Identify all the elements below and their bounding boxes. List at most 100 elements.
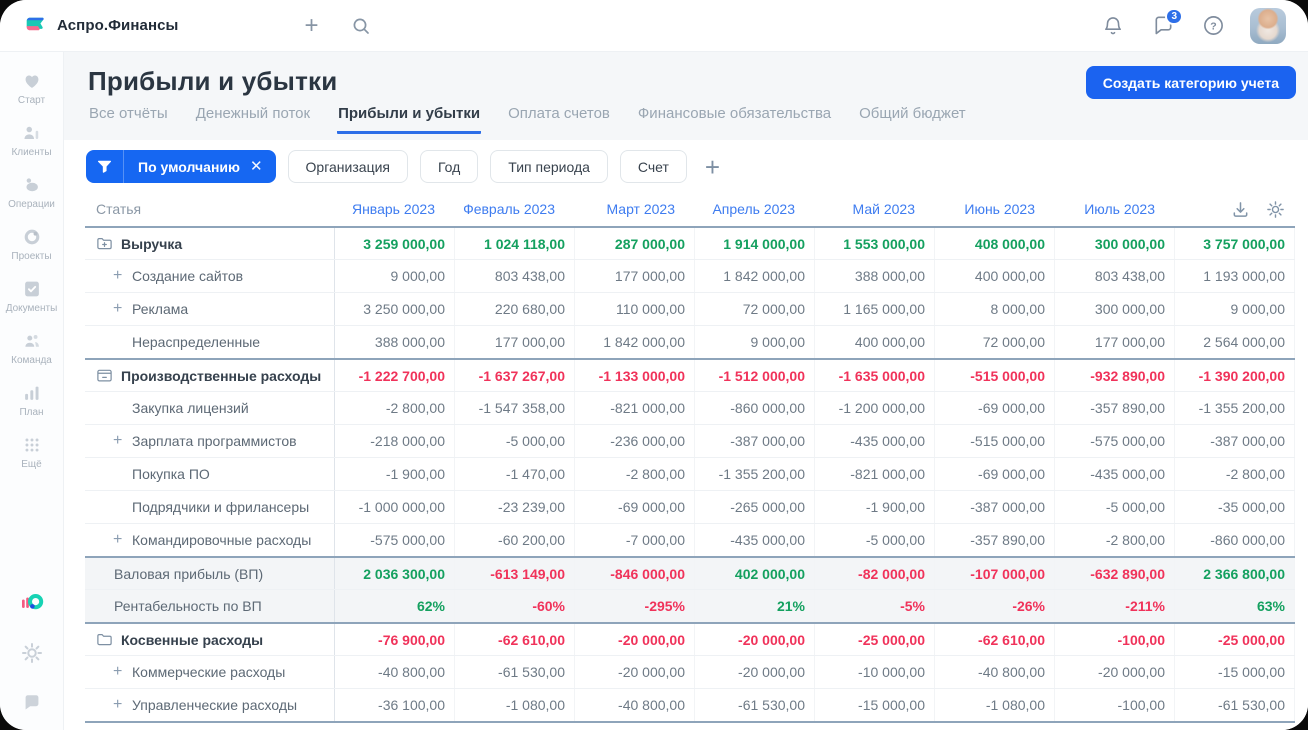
expand-plus-icon: +	[113, 663, 123, 680]
support-chat-button[interactable]	[19, 690, 45, 716]
add-filter-button[interactable]: +	[701, 154, 724, 180]
row-label-cell[interactable]: + Командировочные расходы	[85, 524, 335, 556]
sidebar-item-more[interactable]: Ещё	[0, 426, 63, 478]
cell-value: 177 000,00	[575, 260, 695, 292]
column-header-month[interactable]: Июнь 2023	[935, 201, 1055, 217]
row-label-cell[interactable]: + Коммерческие расходы	[85, 656, 335, 688]
row-label: Коммерческие расходы	[132, 664, 286, 680]
column-header-month[interactable]: Апрель 2023	[695, 201, 815, 217]
cell-value: 9 000,00	[335, 260, 455, 292]
filter-chip-period-type[interactable]: Тип периода	[490, 150, 608, 183]
cell-value: -860 000,00	[1175, 524, 1295, 556]
notifications-button[interactable]	[1100, 13, 1126, 39]
column-header-month[interactable]: Январь 2023	[335, 201, 455, 217]
row-label: Реклама	[132, 301, 189, 317]
cell-value: -20 000,00	[695, 656, 815, 688]
cell-value: -61 530,00	[1175, 689, 1295, 721]
app-title: Аспро.Финансы	[57, 17, 179, 34]
cell-value: -1 390 200,00	[1175, 360, 1295, 391]
cell-value: -82 000,00	[815, 558, 935, 589]
cell-value: 400 000,00	[815, 326, 935, 358]
cell-value: 3 250 000,00	[335, 293, 455, 325]
cell-value: -218 000,00	[335, 425, 455, 457]
tab-cash-flow[interactable]: Денежный поток	[195, 105, 311, 134]
bell-icon	[1102, 15, 1124, 37]
cell-value: -1 355 200,00	[695, 458, 815, 490]
table-settings-button[interactable]	[1265, 199, 1285, 219]
row-label-cell[interactable]: + Создание сайтов	[85, 260, 335, 292]
cell-value: 1 842 000,00	[575, 326, 695, 358]
search-button[interactable]	[348, 13, 374, 39]
download-button[interactable]	[1230, 199, 1250, 219]
help-icon: ?	[1202, 14, 1225, 37]
column-header-month[interactable]: Май 2023	[815, 201, 935, 217]
tab-financial-obligations[interactable]: Финансовые обязательства	[637, 105, 832, 134]
sidebar-item-team[interactable]: Команда	[0, 322, 63, 374]
cell-value: 220 680,00	[455, 293, 575, 325]
row-label-cell[interactable]: Выручка	[85, 228, 335, 259]
remove-filter-icon[interactable]: ✕	[248, 159, 276, 174]
aspro-mark-icon	[19, 590, 45, 616]
expand-plus-icon: +	[113, 696, 123, 713]
cell-value: -357 890,00	[1055, 392, 1175, 424]
sidebar-item-label: Клиенты	[11, 147, 52, 158]
cell-value: -36 100,00	[335, 689, 455, 721]
table-row: + Реклама 3 250 000,00 220 680,00 110 000,00…	[85, 292, 1295, 325]
cell-value: -69 000,00	[935, 458, 1055, 490]
sidebar-item-documents[interactable]: Документы	[0, 270, 63, 322]
cell-value: -2 800,00	[335, 392, 455, 424]
row-label-cell[interactable]: + Управленческие расходы	[85, 689, 335, 721]
cell-value: -40 800,00	[575, 689, 695, 721]
cell-value: -5 000,00	[815, 524, 935, 556]
main-content: Прибыли и убытки Создать категорию учета…	[64, 52, 1308, 730]
tab-all-reports[interactable]: Все отчёты	[88, 105, 169, 134]
row-label-cell[interactable]: Косвенные расходы	[85, 624, 335, 655]
row-label-cell[interactable]: + Реклама	[85, 293, 335, 325]
cell-value: -613 149,00	[455, 558, 575, 589]
row-label: Зарплата программистов	[132, 433, 297, 449]
avatar[interactable]	[1250, 7, 1286, 44]
cell-value: 388 000,00	[815, 260, 935, 292]
cell-value: -2 800,00	[575, 458, 695, 490]
settings-sidebar-button[interactable]	[19, 640, 45, 666]
column-header-month[interactable]: Март 2023	[575, 201, 695, 217]
tab-general-budget[interactable]: Общий бюджет	[858, 105, 967, 134]
row-label-cell: Подрядчики и фрилансеры	[85, 491, 335, 523]
cell-value: -15 000,00	[1175, 656, 1295, 688]
cell-value: 1 553 000,00	[815, 228, 935, 259]
column-header-month[interactable]: Июль 2023	[1055, 201, 1175, 217]
filter-chip-organization[interactable]: Организация	[287, 150, 408, 183]
expand-plus-icon: +	[113, 300, 123, 317]
filter-chip-year[interactable]: Год	[419, 150, 479, 183]
table-row: Выручка 3 259 000,00 1 024 118,00 287 000,0…	[85, 226, 1295, 259]
sidebar-item-projects[interactable]: Проекты	[0, 218, 63, 270]
cell-value: -1 133 000,00	[575, 360, 695, 391]
sidebar-item-clients[interactable]: Клиенты	[0, 114, 63, 166]
messages-button[interactable]: 3	[1150, 7, 1183, 39]
add-button[interactable]: +	[298, 13, 324, 39]
tab-bill-payment[interactable]: Оплата счетов	[507, 105, 611, 134]
sidebar-item-label: Ещё	[21, 459, 42, 470]
sidebar-item-plan[interactable]: План	[0, 374, 63, 426]
create-category-button[interactable]: Создать категорию учета	[1085, 66, 1296, 99]
sidebar-item-operations[interactable]: Операции	[0, 166, 63, 218]
row-label-cell[interactable]: + Зарплата программистов	[85, 425, 335, 457]
column-header-month[interactable]: Февраль 2023	[455, 201, 575, 217]
tab-profit-loss[interactable]: Прибыли и убытки	[337, 105, 482, 134]
row-label: Выручка	[121, 235, 183, 252]
sidebar-item-start[interactable]: Старт	[0, 62, 63, 114]
cell-value: -1 900,00	[335, 458, 455, 490]
row-label: Подрядчики и фрилансеры	[132, 499, 310, 515]
active-filter-pill[interactable]: По умолчанию ✕	[86, 150, 276, 183]
cell-value: -7 000,00	[575, 524, 695, 556]
cell-value: -69 000,00	[935, 392, 1055, 424]
cell-value: 2 366 800,00	[1175, 558, 1295, 589]
help-button[interactable]: ?	[1200, 13, 1226, 39]
cell-value: -20 000,00	[695, 624, 815, 655]
cell-value: 1 914 000,00	[695, 228, 815, 259]
cell-value: -265 000,00	[695, 491, 815, 523]
filter-chip-account[interactable]: Счет	[619, 150, 687, 183]
brand-mark-button[interactable]	[19, 590, 45, 616]
row-label-cell: Рентабельность по ВП	[85, 590, 335, 622]
row-label-cell[interactable]: Производственные расходы	[85, 360, 335, 391]
